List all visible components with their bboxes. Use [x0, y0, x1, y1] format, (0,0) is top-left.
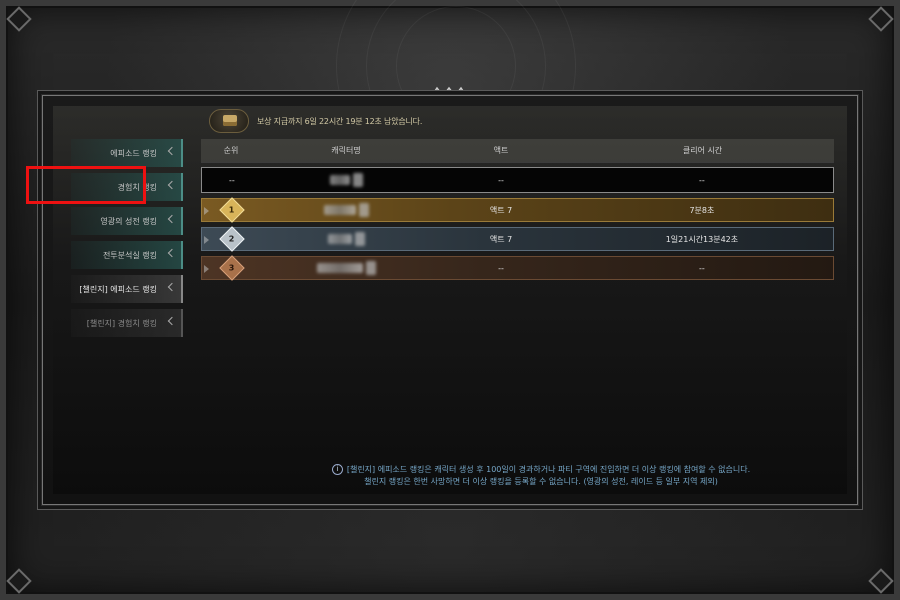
- blurred-avatar: [353, 173, 364, 187]
- table-row[interactable]: 1 액트 7 7분8초: [201, 197, 834, 223]
- chevron-left-icon: [167, 316, 177, 326]
- rank-cell: 1: [202, 197, 262, 223]
- sidebar-item-combat-analysis-ranking[interactable]: 전투분석실 랭킹: [71, 241, 183, 269]
- header-character: 캐릭터명: [331, 146, 361, 155]
- corner-ornament: [868, 568, 894, 594]
- corner-ornament: [6, 568, 32, 594]
- notice-text-1: [챌린지] 에피소드 랭킹은 캐릭터 생성 후 100일이 경과하거나 파티 구…: [346, 465, 751, 474]
- sidebar-item-label: [챌린지] 경험치 랭킹: [86, 318, 157, 328]
- sidebar-item-episode-ranking[interactable]: 에피소드 랭킹: [71, 139, 183, 167]
- blurred-avatar: [366, 261, 377, 275]
- my-rank-row[interactable]: -- -- --: [201, 167, 834, 193]
- bronze-medal-icon: 3: [219, 255, 245, 281]
- notice-line-1: i [챌린지] 에피소드 랭킹은 캐릭터 생성 후 100일이 경과하거나 파티 …: [301, 464, 781, 476]
- treasure-chest-icon: [209, 109, 249, 133]
- act-cell: 액트 7: [489, 234, 513, 244]
- blurred-name: [330, 175, 351, 185]
- ranking-panel: 보상 지급까지 6일 22시간 19분 12초 남았습니다. 에피소드 랭킹 경…: [41, 94, 859, 506]
- clear-time-cell: --: [699, 175, 705, 185]
- rank-cell: 3: [202, 255, 262, 281]
- chevron-left-icon: [167, 180, 177, 190]
- chevron-left-icon: [167, 146, 177, 156]
- notice-line-2: 챌린지 랭킹은 한번 사망하면 더 이상 랭킹을 등록할 수 없습니다. (영광…: [364, 477, 718, 486]
- ranking-table: 순위 캐릭터명 액트 클리어 시간 -- -- -- 1 액트 7 7분8초 2…: [201, 139, 834, 281]
- silver-medal-icon: 2: [219, 226, 245, 252]
- table-row[interactable]: 3 -- --: [201, 255, 834, 281]
- corner-ornament: [868, 6, 894, 32]
- character-name-cell: [262, 261, 431, 275]
- clear-time-cell: --: [699, 263, 705, 273]
- rank-cell: 2: [202, 226, 262, 252]
- blurred-avatar: [359, 203, 370, 217]
- expand-arrow-icon[interactable]: [204, 207, 209, 215]
- chevron-left-icon: [167, 214, 177, 224]
- sidebar-item-challenge-exp-ranking[interactable]: [챌린지] 경험치 랭킹: [71, 309, 183, 337]
- gold-medal-icon: 1: [219, 197, 245, 223]
- selection-highlight-box: [26, 166, 146, 204]
- reward-countdown-text: 보상 지급까지 6일 22시간 19분 12초 남았습니다.: [257, 116, 423, 126]
- sidebar-item-label: [챌린지] 에피소드 랭킹: [79, 284, 157, 294]
- blurred-name: [328, 234, 353, 244]
- clear-time-cell: 1일21시간13분42초: [665, 234, 739, 244]
- table-row[interactable]: 2 액트 7 1일21시간13분42초: [201, 226, 834, 252]
- blurred-name: [317, 263, 364, 273]
- act-cell: --: [498, 263, 504, 273]
- blurred-avatar: [355, 232, 366, 246]
- corner-ornament: [6, 6, 32, 32]
- clear-time-cell: 7분8초: [689, 205, 715, 215]
- header-rank: 순위: [223, 146, 239, 155]
- character-name-cell: [262, 232, 431, 246]
- header-act: 액트: [493, 146, 509, 155]
- ranking-notice: i [챌린지] 에피소드 랭킹은 캐릭터 생성 후 100일이 경과하거나 파티 …: [301, 464, 781, 488]
- info-icon: i: [331, 464, 343, 475]
- sidebar-item-challenge-episode-ranking[interactable]: [챌린지] 에피소드 랭킹: [71, 275, 183, 303]
- reward-timer-bar: 보상 지급까지 6일 22시간 19분 12초 남았습니다.: [209, 109, 422, 133]
- sidebar-item-label: 영광의 성전 랭킹: [100, 216, 157, 226]
- sidebar-item-label: 에피소드 랭킹: [110, 148, 157, 158]
- blurred-name: [324, 205, 357, 215]
- header-clear-time: 클리어 시간: [682, 146, 723, 155]
- act-cell: 액트 7: [489, 205, 513, 215]
- expand-arrow-icon[interactable]: [204, 236, 209, 244]
- expand-arrow-icon[interactable]: [204, 265, 209, 273]
- rank-cell: --: [229, 175, 235, 185]
- sidebar-item-label: 전투분석실 랭킹: [102, 250, 157, 260]
- character-name-cell: [262, 173, 431, 187]
- sidebar-item-glory-temple-ranking[interactable]: 영광의 성전 랭킹: [71, 207, 183, 235]
- table-header: 순위 캐릭터명 액트 클리어 시간: [201, 139, 834, 163]
- character-name-cell: [262, 203, 431, 217]
- chevron-left-icon: [167, 282, 177, 292]
- chevron-left-icon: [167, 248, 177, 258]
- act-cell: --: [498, 175, 504, 185]
